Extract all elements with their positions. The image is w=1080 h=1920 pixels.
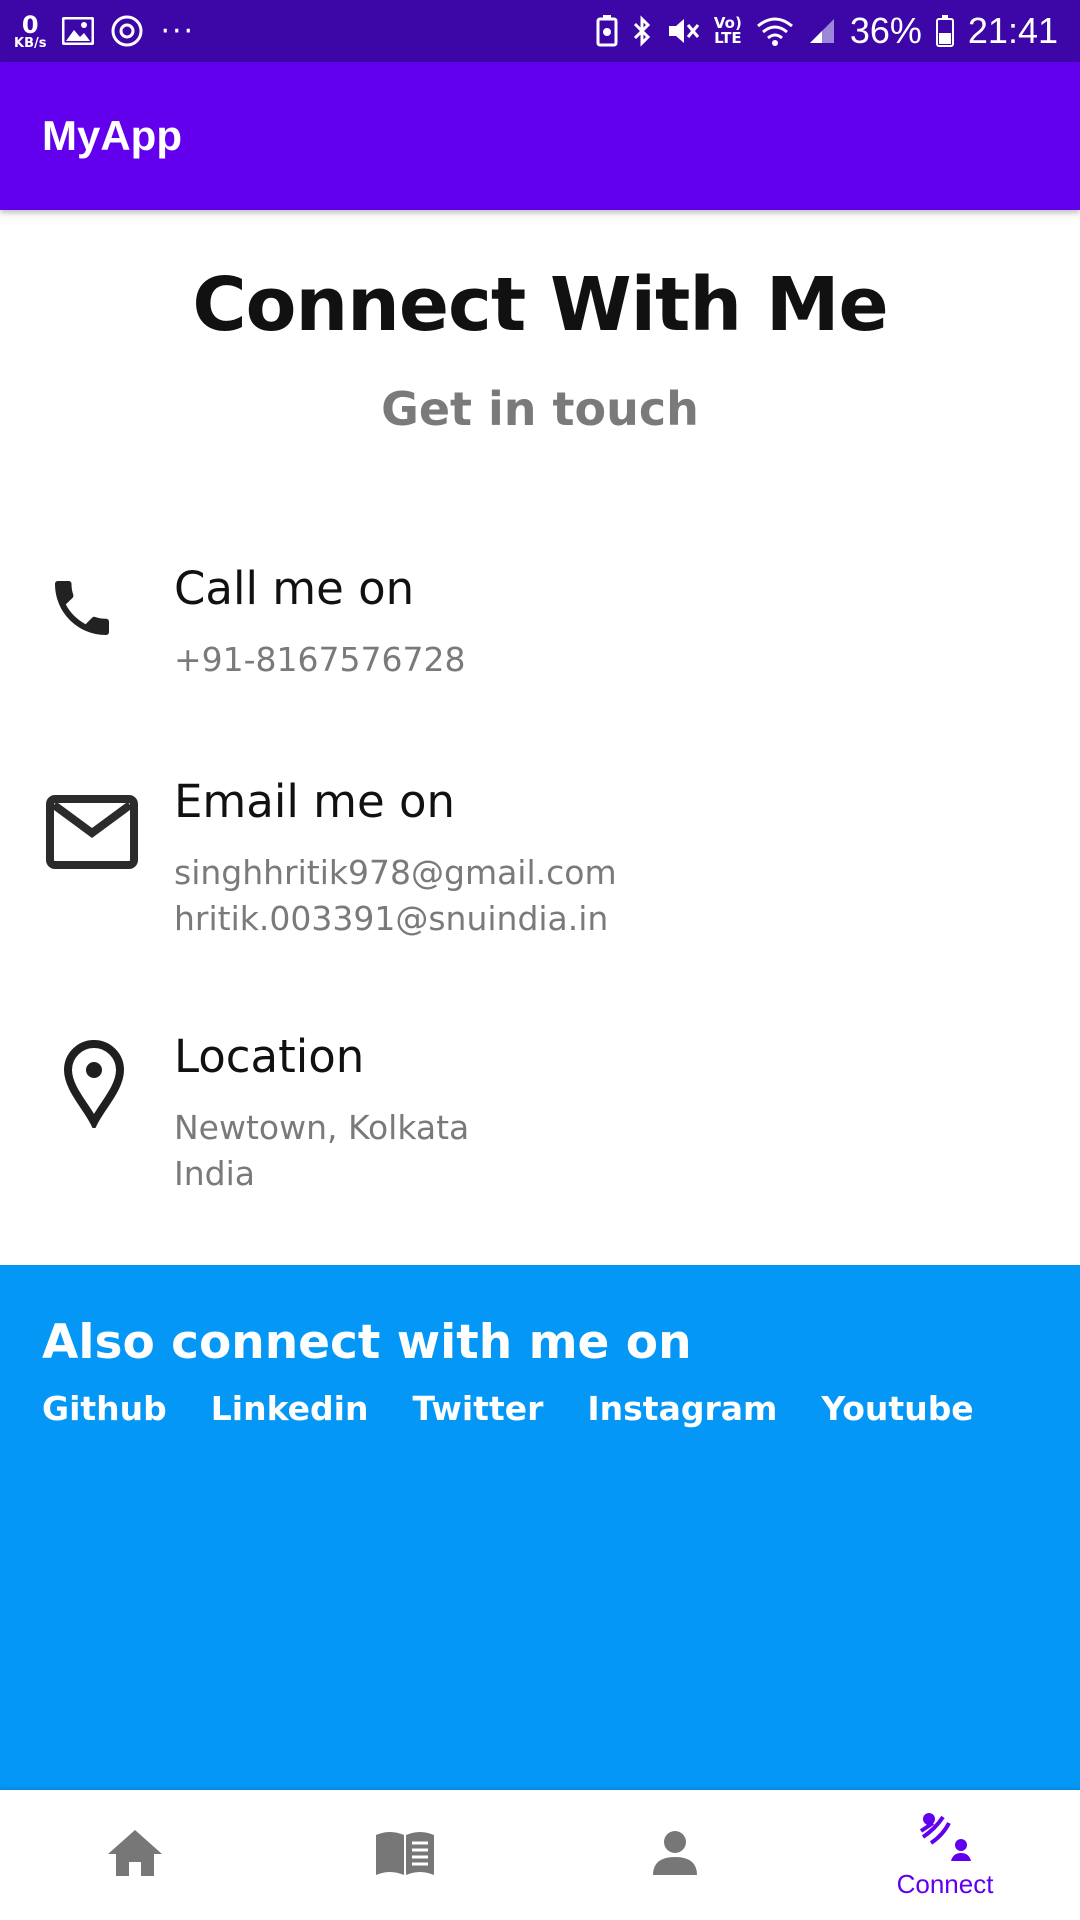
youtube-link[interactable]: Youtube [821,1389,973,1428]
home-icon [106,1828,164,1882]
app-title: MyApp [42,112,182,159]
location-pin-icon [62,1040,126,1132]
location-line: Newtown, Kolkata [174,1108,470,1147]
status-bar-left: 0 KB/s ··· [14,0,195,62]
battery-saver-icon [596,15,618,47]
bottom-nav: Connect [0,1790,1080,1920]
status-bar: 0 KB/s ··· Vo) LTE 36% 21:41 [0,0,1080,62]
clock: 21:41 [967,10,1058,51]
network-speed-unit: KB/s [14,35,47,51]
person-icon [651,1829,699,1881]
volte-indicator: Vo) LTE [714,16,742,46]
nav-profile[interactable] [540,1790,810,1920]
email-address[interactable]: hritik.003391@snuindia.in [174,899,608,938]
page-subtitle: Get in touch [381,382,699,436]
instagram-link[interactable]: Instagram [587,1389,777,1428]
social-heading: Also connect with me on [42,1315,692,1370]
gallery-icon [62,17,95,45]
nav-book[interactable] [270,1790,540,1920]
social-links: Github Linkedin Twitter Instagram Youtub… [42,1389,974,1428]
book-icon [374,1829,436,1881]
more-notifications-icon: ··· [160,13,196,49]
nav-home[interactable] [0,1790,270,1920]
connect-icon [917,1811,973,1867]
phone-icon [46,572,118,648]
contact-heading: Email me on [174,775,456,828]
battery-icon [935,15,954,47]
contact-heading: Call me on [174,562,415,615]
network-speed-value: 0 [21,10,39,39]
email-address[interactable]: singhhritik978@gmail.com [174,853,617,892]
nav-connect[interactable]: Connect [810,1790,1080,1920]
battery-percent: 36% [849,10,922,51]
location-line: India [174,1154,255,1193]
contact-heading: Location [174,1030,365,1083]
linkedin-link[interactable]: Linkedin [211,1389,369,1428]
github-link[interactable]: Github [42,1389,167,1428]
signal-icon [808,17,836,45]
twitter-link[interactable]: Twitter [412,1389,543,1428]
mute-icon [666,15,700,47]
bluetooth-icon [632,15,652,47]
sync-icon [110,14,144,48]
app-bar: MyApp [0,62,1080,210]
page-title: Connect With Me [192,262,888,348]
phone-number[interactable]: +91-8167576728 [174,640,466,679]
status-bar-right: Vo) LTE 36% 21:41 [596,0,1058,62]
mail-icon [46,795,138,873]
nav-connect-label: Connect [896,1868,994,1899]
lte-label: LTE [714,29,742,47]
social-section: Also connect with me on Github Linkedin … [0,1265,1080,1790]
wifi-icon [756,16,794,46]
network-speed: 0 KB/s [14,13,46,50]
